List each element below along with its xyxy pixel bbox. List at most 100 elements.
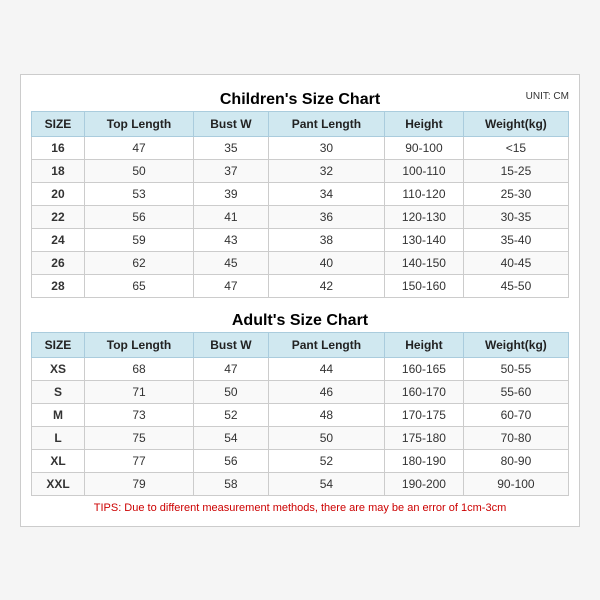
table-cell: 47 (194, 274, 269, 297)
table-row: 1647353090-100<15 (32, 136, 569, 159)
table-cell: 45 (194, 251, 269, 274)
table-cell: 24 (32, 228, 85, 251)
table-cell: M (32, 403, 85, 426)
table-row: 22564136120-13030-35 (32, 205, 569, 228)
table-cell: L (32, 426, 85, 449)
table-cell: 73 (84, 403, 193, 426)
table-cell: 160-165 (385, 357, 464, 380)
table-cell: 80-90 (463, 449, 568, 472)
table-cell: 30 (268, 136, 384, 159)
table-cell: 70-80 (463, 426, 568, 449)
table-cell: 175-180 (385, 426, 464, 449)
table-cell: 35 (194, 136, 269, 159)
table-cell: 34 (268, 182, 384, 205)
col-pant-length-adult: Pant Length (268, 332, 384, 357)
col-top-length-adult: Top Length (84, 332, 193, 357)
table-cell: 160-170 (385, 380, 464, 403)
children-title: Children's Size Chart UNIT: CM (31, 85, 569, 111)
adult-table: SIZE Top Length Bust W Pant Length Heigh… (31, 332, 569, 496)
table-cell: 32 (268, 159, 384, 182)
table-cell: 68 (84, 357, 193, 380)
table-cell: 90-100 (385, 136, 464, 159)
table-row: XL775652180-19080-90 (32, 449, 569, 472)
unit-label: UNIT: CM (526, 91, 569, 102)
table-row: 24594338130-14035-40 (32, 228, 569, 251)
table-cell: 45-50 (463, 274, 568, 297)
adult-table-body: XS684744160-16550-55S715046160-17055-60M… (32, 357, 569, 495)
adult-title-text: Adult's Size Chart (232, 312, 368, 329)
table-cell: 77 (84, 449, 193, 472)
table-cell: 37 (194, 159, 269, 182)
table-cell: 48 (268, 403, 384, 426)
table-cell: 26 (32, 251, 85, 274)
chart-container: Children's Size Chart UNIT: CM SIZE Top … (20, 74, 580, 527)
table-cell: XXL (32, 472, 85, 495)
table-cell: XL (32, 449, 85, 472)
table-cell: 180-190 (385, 449, 464, 472)
table-cell: 16 (32, 136, 85, 159)
table-cell: 120-130 (385, 205, 464, 228)
table-cell: 130-140 (385, 228, 464, 251)
col-size-adult: SIZE (32, 332, 85, 357)
table-cell: 50-55 (463, 357, 568, 380)
table-cell: 46 (268, 380, 384, 403)
table-row: L755450175-18070-80 (32, 426, 569, 449)
table-cell: 56 (84, 205, 193, 228)
table-cell: 36 (268, 205, 384, 228)
table-row: S715046160-17055-60 (32, 380, 569, 403)
table-cell: 59 (84, 228, 193, 251)
table-cell: 79 (84, 472, 193, 495)
table-cell: 62 (84, 251, 193, 274)
table-cell: 42 (268, 274, 384, 297)
table-cell: <15 (463, 136, 568, 159)
table-cell: 28 (32, 274, 85, 297)
table-cell: 54 (268, 472, 384, 495)
table-cell: 55-60 (463, 380, 568, 403)
table-cell: 110-120 (385, 182, 464, 205)
table-cell: 75 (84, 426, 193, 449)
table-cell: 90-100 (463, 472, 568, 495)
col-size: SIZE (32, 111, 85, 136)
adult-header-row: SIZE Top Length Bust W Pant Length Heigh… (32, 332, 569, 357)
col-weight: Weight(kg) (463, 111, 568, 136)
col-pant-length: Pant Length (268, 111, 384, 136)
table-cell: 150-160 (385, 274, 464, 297)
table-cell: 41 (194, 205, 269, 228)
col-weight-adult: Weight(kg) (463, 332, 568, 357)
table-cell: 22 (32, 205, 85, 228)
col-height: Height (385, 111, 464, 136)
table-cell: 40 (268, 251, 384, 274)
table-row: M735248170-17560-70 (32, 403, 569, 426)
table-row: XS684744160-16550-55 (32, 357, 569, 380)
table-cell: 38 (268, 228, 384, 251)
children-header-row: SIZE Top Length Bust W Pant Length Heigh… (32, 111, 569, 136)
children-title-text: Children's Size Chart (220, 91, 380, 108)
children-table: SIZE Top Length Bust W Pant Length Heigh… (31, 111, 569, 298)
table-row: XXL795854190-20090-100 (32, 472, 569, 495)
children-table-body: 1647353090-100<1518503732100-11015-25205… (32, 136, 569, 297)
col-top-length: Top Length (84, 111, 193, 136)
table-cell: 20 (32, 182, 85, 205)
table-cell: 140-150 (385, 251, 464, 274)
table-cell: 47 (194, 357, 269, 380)
table-cell: 52 (268, 449, 384, 472)
table-row: 26624540140-15040-45 (32, 251, 569, 274)
table-cell: XS (32, 357, 85, 380)
table-cell: 56 (194, 449, 269, 472)
table-cell: 15-25 (463, 159, 568, 182)
table-cell: 52 (194, 403, 269, 426)
table-cell: 54 (194, 426, 269, 449)
table-cell: 50 (268, 426, 384, 449)
table-cell: 43 (194, 228, 269, 251)
tips-text: TIPS: Due to different measurement metho… (31, 496, 569, 516)
table-cell: 47 (84, 136, 193, 159)
table-cell: 25-30 (463, 182, 568, 205)
table-row: 28654742150-16045-50 (32, 274, 569, 297)
table-row: 18503732100-11015-25 (32, 159, 569, 182)
table-cell: 100-110 (385, 159, 464, 182)
table-row: 20533934110-12025-30 (32, 182, 569, 205)
table-cell: 50 (84, 159, 193, 182)
col-bust-w: Bust W (194, 111, 269, 136)
table-cell: 71 (84, 380, 193, 403)
table-cell: 39 (194, 182, 269, 205)
